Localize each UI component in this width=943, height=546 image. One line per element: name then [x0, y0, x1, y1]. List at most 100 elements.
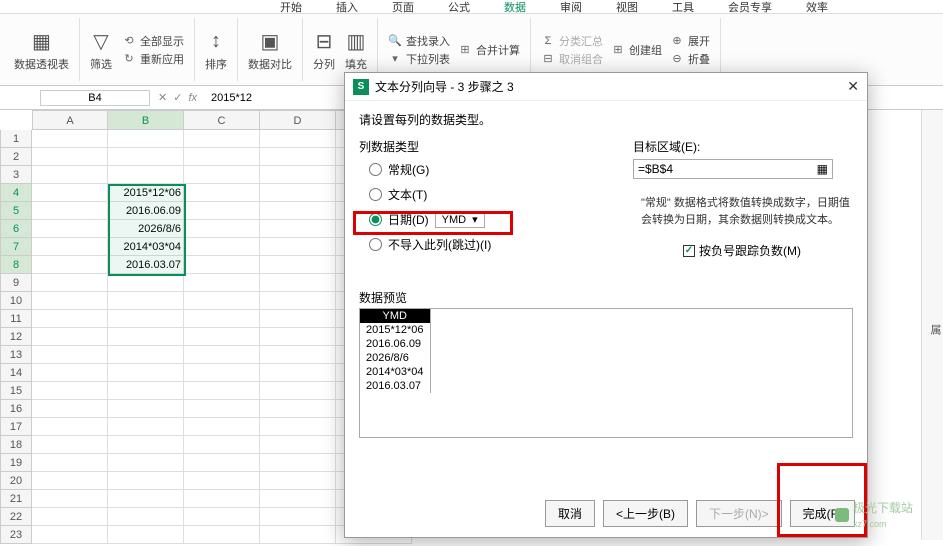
ribbon-reapply[interactable]: ↻重新应用 — [122, 51, 184, 67]
cell[interactable] — [32, 472, 108, 490]
cell[interactable]: 2016.03.07 — [108, 256, 184, 274]
cell[interactable] — [260, 346, 336, 364]
cell[interactable] — [32, 436, 108, 454]
cell[interactable] — [108, 130, 184, 148]
radio-date[interactable]: 日期(D) YMD▾ — [369, 211, 613, 228]
row-header[interactable]: 18 — [0, 436, 32, 454]
col-header-a[interactable]: A — [32, 110, 108, 130]
cell[interactable] — [108, 454, 184, 472]
row-header[interactable]: 19 — [0, 454, 32, 472]
cell[interactable] — [260, 166, 336, 184]
cell[interactable] — [184, 310, 260, 328]
cell[interactable] — [184, 490, 260, 508]
cell[interactable] — [32, 364, 108, 382]
row-header[interactable]: 13 — [0, 346, 32, 364]
cell[interactable] — [32, 310, 108, 328]
cell[interactable] — [108, 274, 184, 292]
row-header[interactable]: 17 — [0, 418, 32, 436]
name-box[interactable]: B4 — [40, 90, 150, 106]
cell[interactable] — [32, 256, 108, 274]
cell[interactable] — [184, 364, 260, 382]
cell[interactable] — [260, 274, 336, 292]
target-input[interactable]: =$B$4 ▦ — [633, 159, 833, 179]
cell[interactable] — [260, 310, 336, 328]
cell[interactable] — [184, 184, 260, 202]
row-header[interactable]: 11 — [0, 310, 32, 328]
row-header[interactable]: 9 — [0, 274, 32, 292]
menu-insert[interactable]: 插入 — [336, 0, 358, 15]
col-header-b[interactable]: B — [108, 110, 184, 130]
ribbon-filter[interactable]: ▽ 筛选 — [90, 28, 112, 72]
cell[interactable] — [184, 130, 260, 148]
ribbon-dropdown[interactable]: ▾下拉列表 — [388, 51, 450, 67]
ribbon-consolidate[interactable]: ⊞合并计算 — [458, 42, 520, 58]
ribbon-split[interactable]: ⊟ 分列 — [313, 28, 335, 72]
cell[interactable] — [32, 130, 108, 148]
row-header[interactable]: 14 — [0, 364, 32, 382]
row-header[interactable]: 16 — [0, 400, 32, 418]
cell[interactable]: 2026/8/6 — [108, 220, 184, 238]
cell[interactable] — [184, 256, 260, 274]
range-picker-icon[interactable]: ▦ — [817, 162, 828, 176]
fx-icon[interactable]: fx — [188, 92, 197, 104]
menu-tools[interactable]: 工具 — [672, 0, 694, 15]
col-header-d[interactable]: D — [260, 110, 336, 130]
cell[interactable] — [184, 472, 260, 490]
cell[interactable]: 2015*12*06 — [108, 184, 184, 202]
cell[interactable] — [260, 256, 336, 274]
menu-efficiency[interactable]: 效率 — [806, 0, 828, 15]
cell[interactable] — [260, 454, 336, 472]
cell[interactable] — [260, 184, 336, 202]
cell[interactable] — [184, 526, 260, 544]
ribbon-showall[interactable]: ⟲全部显示 — [122, 33, 184, 49]
row-header[interactable]: 10 — [0, 292, 32, 310]
cell[interactable] — [260, 382, 336, 400]
cell[interactable] — [184, 454, 260, 472]
cell[interactable] — [260, 292, 336, 310]
cell[interactable] — [32, 328, 108, 346]
cell[interactable]: 2016.06.09 — [108, 202, 184, 220]
cell[interactable] — [108, 436, 184, 454]
cell[interactable] — [260, 202, 336, 220]
cell[interactable] — [108, 508, 184, 526]
menu-view[interactable]: 视图 — [616, 0, 638, 15]
cell[interactable] — [108, 310, 184, 328]
cell[interactable] — [184, 436, 260, 454]
ribbon-expand[interactable]: ⊕展开 — [670, 33, 710, 49]
cell[interactable] — [184, 292, 260, 310]
radio-skip[interactable]: 不导入此列(跳过)(I) — [369, 236, 613, 253]
cell[interactable] — [184, 418, 260, 436]
cell[interactable] — [32, 292, 108, 310]
cell[interactable] — [32, 526, 108, 544]
menu-formula[interactable]: 公式 — [448, 0, 470, 15]
row-header[interactable]: 4 — [0, 184, 32, 202]
cell[interactable] — [32, 166, 108, 184]
cell[interactable] — [260, 364, 336, 382]
row-header[interactable]: 21 — [0, 490, 32, 508]
cell[interactable] — [108, 382, 184, 400]
cell[interactable] — [32, 382, 108, 400]
row-header[interactable]: 12 — [0, 328, 32, 346]
row-header[interactable]: 2 — [0, 148, 32, 166]
ribbon-ungroup[interactable]: ⊟取消组合 — [541, 51, 603, 67]
date-format-dropdown[interactable]: YMD▾ — [435, 211, 485, 228]
cell[interactable] — [184, 382, 260, 400]
row-header[interactable]: 3 — [0, 166, 32, 184]
row-header[interactable]: 15 — [0, 382, 32, 400]
cell[interactable] — [108, 364, 184, 382]
right-pane[interactable]: 属 — [921, 110, 943, 540]
negative-checkbox[interactable]: ✓ 按负号跟踪负数(M) — [633, 242, 853, 259]
col-header-c[interactable]: C — [184, 110, 260, 130]
ribbon-fill[interactable]: ▥ 填充 — [345, 28, 367, 72]
cell[interactable] — [32, 184, 108, 202]
cell[interactable] — [184, 202, 260, 220]
cell[interactable] — [184, 346, 260, 364]
cell[interactable] — [260, 490, 336, 508]
cell[interactable] — [32, 454, 108, 472]
ribbon-sort[interactable]: ↕ 排序 — [195, 18, 238, 81]
menu-page[interactable]: 页面 — [392, 0, 414, 15]
radio-general[interactable]: 常规(G) — [369, 161, 613, 178]
cell[interactable] — [108, 418, 184, 436]
cell[interactable] — [260, 472, 336, 490]
cell[interactable]: 2014*03*04 — [108, 238, 184, 256]
